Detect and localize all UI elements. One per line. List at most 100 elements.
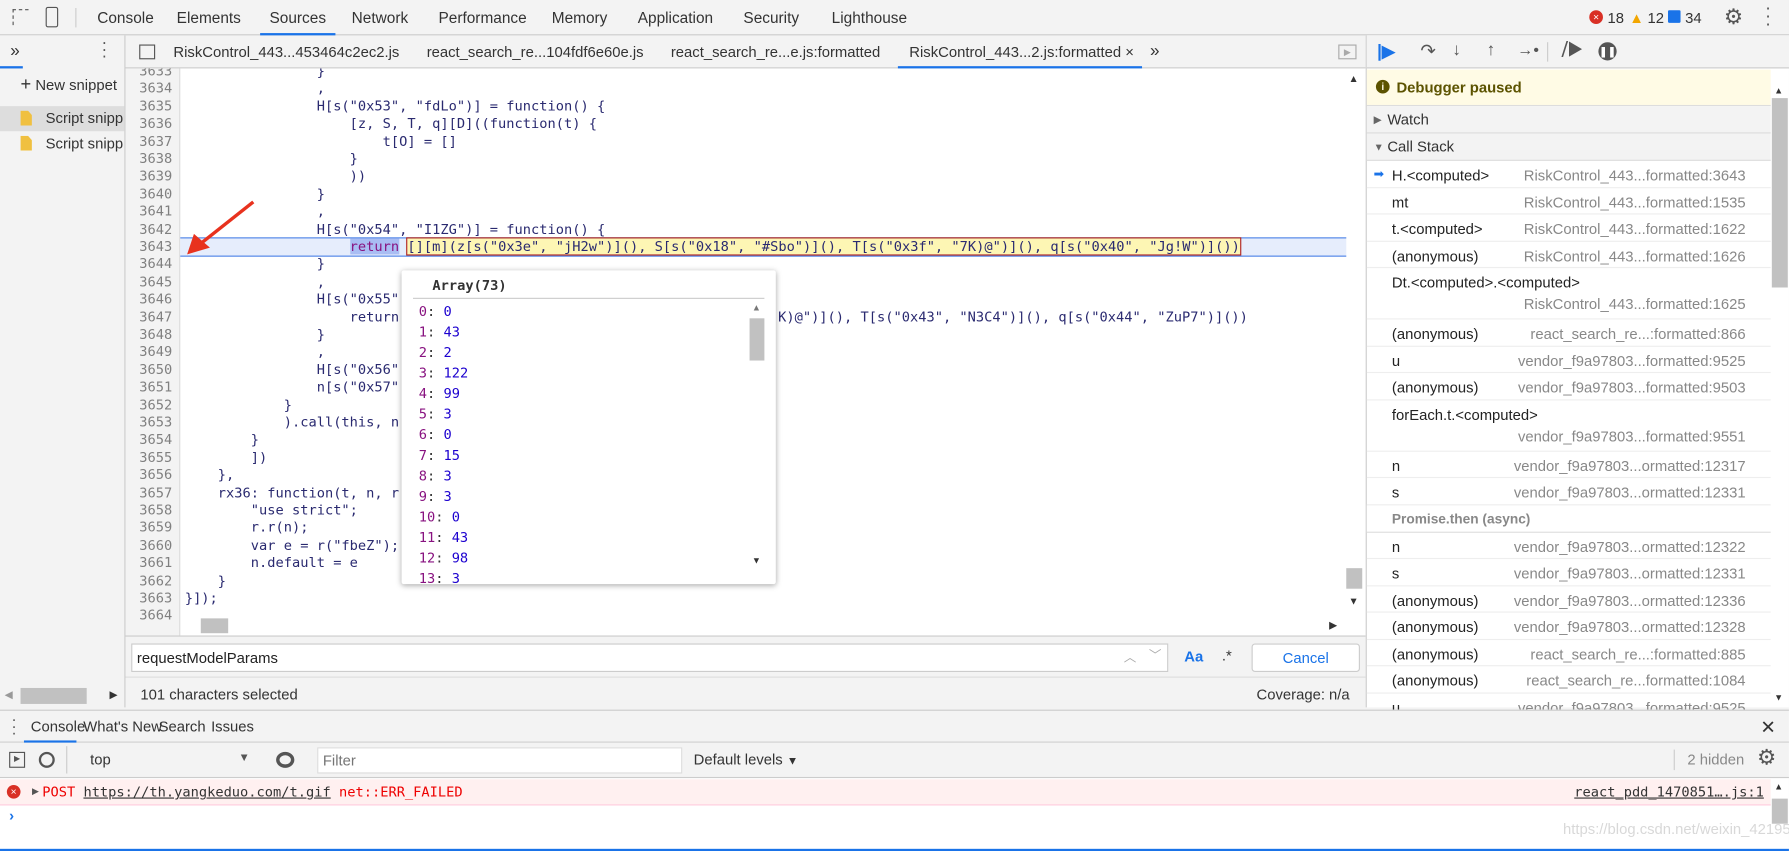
panel-tab-memory[interactable]: Memory (543, 0, 616, 35)
file-tab[interactable]: RiskControl_443...453464c2ec2.js (173, 35, 399, 68)
array-entry[interactable]: 2: 2 (419, 342, 452, 363)
frame-location[interactable]: vendor_f9a97803...ormatted:12317 (1514, 457, 1746, 474)
resume-icon[interactable]: |▶ (1377, 41, 1395, 61)
frame-location[interactable]: RiskControl_443...formatted:1535 (1524, 193, 1746, 210)
scroll-up-icon[interactable]: ▲ (752, 302, 761, 312)
scroll-down-icon[interactable]: ▼ (1774, 693, 1783, 703)
line-number[interactable]: 3643 (139, 238, 172, 256)
scroll-down-icon[interactable]: ▼ (1349, 596, 1359, 607)
log-levels-dropdown[interactable]: Default levels ▼ (694, 751, 798, 768)
inspect-element-icon[interactable] (12, 9, 29, 26)
frame-location[interactable]: vendor_f9a97803...ormatted:12336 (1514, 592, 1746, 609)
line-number[interactable]: 3652 (139, 397, 172, 415)
call-frame[interactable]: (anonymous) vendor_f9a97803...ormatted:12… (1366, 586, 1771, 613)
file-tab-active[interactable]: RiskControl_443...2.js:formatted × (897, 35, 1143, 69)
line-number[interactable]: 3635 (139, 98, 172, 116)
array-entry[interactable]: 10: 0 (419, 507, 460, 528)
step-out-icon[interactable]: ↑ (1487, 40, 1496, 59)
call-stack-section-header[interactable]: ▼ Call Stack (1366, 133, 1771, 161)
error-count[interactable]: 18 (1608, 9, 1625, 26)
more-tabs-chevron-icon[interactable]: » (1150, 41, 1160, 60)
frame-location[interactable]: RiskControl_443...formatted:3643 (1524, 167, 1746, 184)
line-number[interactable]: 3656 (139, 467, 172, 485)
vertical-scrollbar[interactable] (1346, 568, 1363, 589)
vertical-scrollbar[interactable] (1771, 98, 1788, 288)
snippet-item[interactable]: Script snipp (0, 106, 125, 132)
call-frame[interactable]: ➡ H.<computed> RiskControl_443...formatted… (1366, 161, 1771, 188)
search-previous-icon[interactable]: ︿ (1124, 648, 1137, 666)
console-prompt-icon[interactable]: › (9, 807, 14, 824)
call-frame[interactable]: (anonymous) react_search_re...:formatted:… (1366, 319, 1771, 347)
frame-location[interactable]: RiskControl_443...formatted:1622 (1524, 220, 1746, 237)
new-snippet-button[interactable]: + New snippet (21, 75, 117, 96)
call-frame[interactable]: (anonymous) vendor_f9a97803...ormatted:12… (1366, 613, 1771, 640)
array-entry[interactable]: 7: 15 (419, 445, 460, 466)
array-entry[interactable]: 6: 0 (419, 424, 452, 445)
line-number[interactable]: 3651 (139, 379, 172, 397)
scroll-up-icon[interactable]: ▲ (1774, 782, 1783, 792)
call-frame[interactable]: forEach.t.<computed> vendor_f9a97803...fo… (1366, 400, 1771, 452)
request-url-link[interactable]: https://th.yangkeduo.com/t.gif (83, 784, 330, 800)
line-number[interactable]: 3664 (139, 607, 172, 625)
panel-tab-console[interactable]: Console (89, 0, 162, 35)
line-number[interactable]: 3638 (139, 151, 172, 169)
step-icon[interactable]: →• (1517, 40, 1539, 58)
scroll-up-icon[interactable]: ▲ (1774, 86, 1783, 96)
array-entry[interactable]: 9: 3 (419, 486, 452, 507)
message-icon[interactable] (1667, 10, 1681, 23)
array-entry[interactable]: 1: 43 (419, 322, 460, 343)
array-entry[interactable]: 4: 99 (419, 383, 460, 404)
deactivate-breakpoints-icon[interactable]: ⧸▶ (1562, 40, 1583, 59)
error-source-link[interactable]: react_pdd_1470851….js:1 (1574, 784, 1764, 800)
line-number[interactable]: 3657 (139, 484, 172, 502)
frame-location[interactable]: vendor_f9a97803...ormatted:12331 (1514, 565, 1746, 582)
line-number[interactable]: 3636 (139, 115, 172, 133)
warning-icon[interactable]: ▲ (1629, 9, 1644, 26)
line-number[interactable]: 3646 (139, 291, 172, 309)
scroll-up-icon[interactable]: ▲ (1349, 73, 1359, 84)
error-count-icon[interactable]: × (1589, 10, 1603, 24)
frame-location[interactable]: RiskControl_443...formatted:1625 (1524, 295, 1746, 312)
console-input[interactable] (23, 805, 1734, 828)
line-number[interactable]: 3662 (139, 572, 172, 590)
show-sidebar-icon[interactable]: ▶ (9, 751, 26, 768)
panel-tab-performance[interactable]: Performance (431, 0, 534, 35)
pause-on-exceptions-icon[interactable]: ❚❚ (1598, 42, 1617, 61)
regex-button[interactable]: .* (1222, 647, 1232, 664)
line-number[interactable]: 3634 (139, 80, 172, 98)
context-select[interactable]: top ▼ (66, 746, 258, 774)
line-number[interactable]: 3659 (139, 520, 172, 538)
frame-location[interactable]: vendor_f9a97803...ormatted:12331 (1514, 484, 1746, 501)
line-number[interactable]: 3642 (139, 221, 172, 239)
code-editor[interactable]: 3633 3634 3635 3636 3637 3638 3639 3640 3641 3642… (125, 68, 1366, 636)
line-number[interactable]: 3649 (139, 344, 172, 362)
call-frame[interactable]: mt RiskControl_443...formatted:1535 (1366, 188, 1771, 215)
cancel-search-button[interactable]: Cancel (1251, 643, 1360, 672)
array-entry[interactable]: 3: 122 (419, 363, 468, 384)
call-frame[interactable]: s vendor_f9a97803...ormatted:12331 (1366, 478, 1771, 505)
line-number[interactable]: 3641 (139, 203, 172, 221)
warning-count[interactable]: 12 (1647, 9, 1664, 26)
toggle-debugger-icon[interactable]: ▶ (1338, 44, 1357, 60)
scroll-left-icon[interactable]: ◀ (5, 689, 13, 702)
horizontal-scrollbar[interactable] (200, 618, 229, 634)
call-frame[interactable]: t.<computed> RiskControl_443...formatted:… (1366, 214, 1771, 242)
frame-location[interactable]: vendor_f9a97803...formatted:9503 (1518, 379, 1746, 396)
call-frame[interactable]: n vendor_f9a97803...ormatted:12317 (1366, 451, 1771, 479)
console-settings-gear-icon[interactable]: ⚙ (1757, 745, 1776, 771)
console-filter-input[interactable] (317, 747, 683, 774)
line-number[interactable]: 3661 (139, 555, 172, 573)
close-tab-icon[interactable]: × (1125, 43, 1134, 60)
line-number[interactable]: 3650 (139, 361, 172, 379)
step-over-icon[interactable]: ↷ (1420, 40, 1435, 63)
file-tab[interactable]: react_search_re...e.js:formatted (671, 35, 880, 68)
drawer-tab-search[interactable]: Search (159, 711, 206, 743)
more-tabs-chevron-icon[interactable]: » (10, 41, 20, 60)
frame-location[interactable]: vendor_f9a97803...ormatted:12322 (1514, 538, 1746, 555)
more-options-icon[interactable]: · · · (1765, 0, 1771, 34)
line-number[interactable]: 3660 (139, 537, 172, 555)
search-next-icon[interactable]: ﹀ (1149, 646, 1162, 664)
line-number[interactable]: 3633 (139, 68, 172, 80)
drawer-tab-whats-new[interactable]: What's New (83, 711, 162, 743)
line-number[interactable]: 3653 (139, 414, 172, 432)
